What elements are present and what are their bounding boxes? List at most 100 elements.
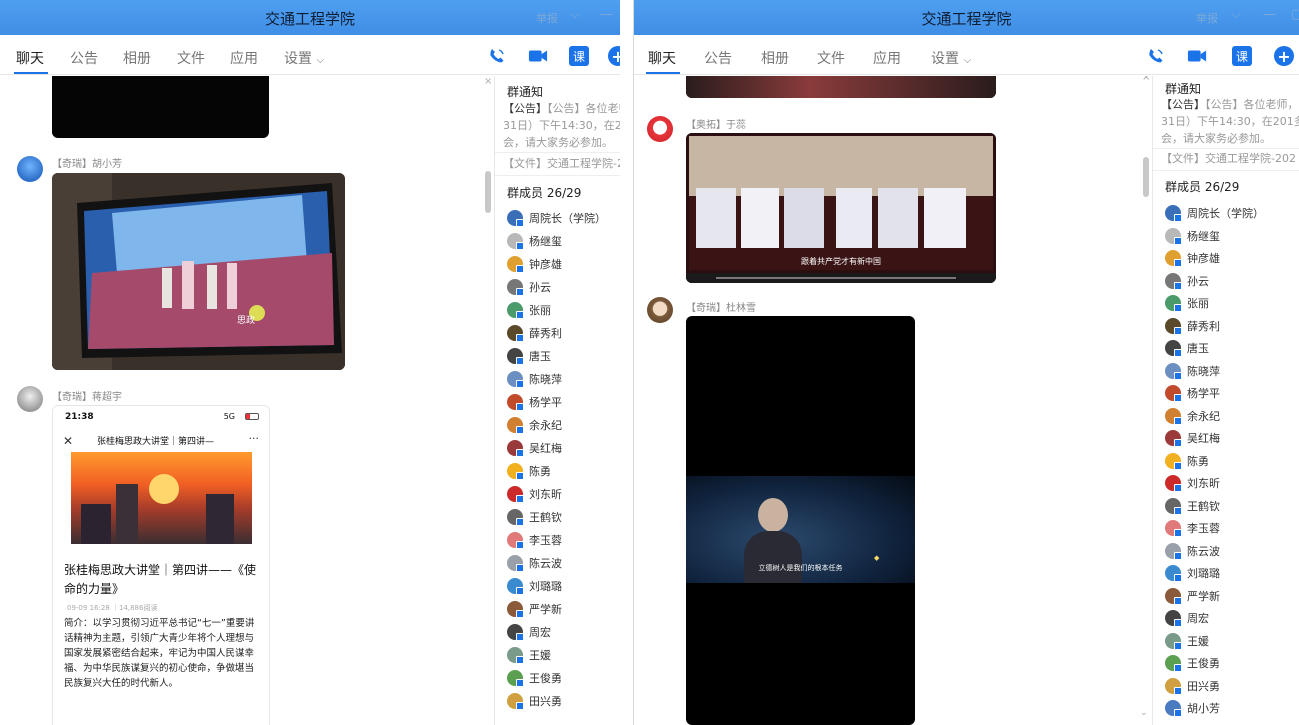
- member-item[interactable]: 杨学平: [1165, 383, 1220, 403]
- phone-icon[interactable]: [487, 46, 507, 66]
- video-icon[interactable]: [528, 46, 548, 66]
- chat-area[interactable]: 【奥拓】于蕊 跟着共产党才有新中国 【奇瑞】杜林雪 ◆ 立德树人是我们的根本任务…: [634, 76, 1152, 725]
- chevron-down-icon[interactable]: ⌵: [570, 7, 580, 22]
- video-message[interactable]: [52, 76, 269, 138]
- member-item[interactable]: 孙云: [507, 277, 551, 297]
- add-icon[interactable]: +: [608, 46, 620, 66]
- member-item[interactable]: 胡小芳: [1165, 698, 1220, 718]
- member-item[interactable]: 吴红梅: [1165, 428, 1220, 448]
- member-item[interactable]: 李玉蓉: [507, 530, 562, 550]
- minimize-icon[interactable]: —: [600, 7, 613, 22]
- file-notice[interactable]: 【文件】交通工程学院-2: [503, 155, 620, 172]
- course-icon[interactable]: 课: [1232, 46, 1252, 66]
- member-item[interactable]: 周院长（学院）: [1165, 203, 1264, 223]
- video-message[interactable]: ◆ 立德树人是我们的根本任务: [686, 316, 915, 725]
- tab-album[interactable]: 相册: [123, 48, 151, 68]
- member-item[interactable]: 杨继玺: [507, 231, 562, 251]
- tab-chat[interactable]: 聊天: [648, 48, 676, 68]
- tab-settings[interactable]: 设置 ⌵: [284, 48, 324, 68]
- shared-article-card[interactable]: 21:38 5G ✕ 张桂梅思政大讲堂｜第四讲— ··· 张桂梅思政大讲堂｜第四…: [52, 405, 270, 725]
- member-item[interactable]: 王媛: [1165, 631, 1209, 651]
- member-item[interactable]: 刘东昕: [1165, 473, 1220, 493]
- member-item[interactable]: 陈勇: [1165, 451, 1209, 471]
- more-icon[interactable]: ···: [249, 432, 260, 445]
- collapse-icon[interactable]: ×: [1142, 76, 1150, 83]
- avatar[interactable]: [647, 116, 673, 142]
- phone-icon[interactable]: [1146, 46, 1166, 66]
- member-item[interactable]: 严学新: [507, 599, 562, 619]
- tab-settings[interactable]: 设置 ⌵: [931, 48, 971, 68]
- member-item[interactable]: 王媛: [507, 645, 551, 665]
- close-icon[interactable]: ✕: [63, 434, 73, 448]
- video-icon[interactable]: [1187, 46, 1207, 66]
- notice-text: 【公告】各位老师，今天: [547, 102, 620, 115]
- member-item[interactable]: 周院长（学院）: [507, 208, 606, 228]
- course-icon[interactable]: 课: [569, 46, 589, 66]
- chat-area[interactable]: 【奇瑞】胡小芳 思政 【奇瑞】蒋超宇 21:38 5G ✕ 张桂梅思政大讲堂｜第…: [0, 76, 494, 725]
- video-message[interactable]: 跟着共产党才有新中国: [686, 133, 996, 283]
- member-item[interactable]: 余永纪: [507, 415, 562, 435]
- member-item[interactable]: 王俊勇: [507, 668, 562, 688]
- notice-text-line[interactable]: 【公告】【公告】各位老师，今天（: [1161, 96, 1299, 113]
- member-item[interactable]: 周宏: [1165, 608, 1209, 628]
- maximize-icon[interactable]: ▢: [1291, 7, 1299, 22]
- image-message[interactable]: 思政: [52, 173, 345, 370]
- notice-text-line[interactable]: 【公告】【公告】各位老师，今天: [503, 100, 620, 117]
- avatar[interactable]: [17, 386, 43, 412]
- tab-files[interactable]: 文件: [817, 48, 845, 68]
- chat-scrollbar[interactable]: [1143, 157, 1149, 197]
- member-item[interactable]: 杨学平: [507, 392, 562, 412]
- video-message[interactable]: [686, 76, 996, 98]
- member-item[interactable]: 陈勇: [507, 461, 551, 481]
- tab-files[interactable]: 文件: [177, 48, 205, 68]
- member-name: 杨继玺: [1187, 229, 1220, 243]
- collapse-icon[interactable]: ×: [484, 76, 492, 87]
- member-avatar-icon: [1165, 295, 1182, 312]
- member-item[interactable]: 余永纪: [1165, 406, 1220, 426]
- member-item[interactable]: 王鹤钦: [507, 507, 562, 527]
- tab-album[interactable]: 相册: [761, 48, 789, 68]
- file-notice[interactable]: 【文件】交通工程学院-202: [1161, 150, 1296, 167]
- member-item[interactable]: 张丽: [1165, 293, 1209, 313]
- member-item[interactable]: 吴红梅: [507, 438, 562, 458]
- member-item[interactable]: 王鹤钦: [1165, 496, 1220, 516]
- member-item[interactable]: 孙云: [1165, 271, 1209, 291]
- member-item[interactable]: 田兴勇: [1165, 676, 1220, 696]
- add-icon[interactable]: +: [1274, 46, 1294, 66]
- member-item[interactable]: 刘东昕: [507, 484, 562, 504]
- member-item[interactable]: 陈晓萍: [1165, 361, 1220, 381]
- member-item[interactable]: 杨继玺: [1165, 226, 1220, 246]
- member-item[interactable]: 刘璐璐: [507, 576, 562, 596]
- chat-scrollbar[interactable]: [485, 171, 491, 213]
- member-item[interactable]: 薛秀利: [1165, 316, 1220, 336]
- member-item[interactable]: 钟彦雄: [1165, 248, 1220, 268]
- member-item[interactable]: 钟彦雄: [507, 254, 562, 274]
- member-item[interactable]: 王俊勇: [1165, 653, 1220, 673]
- tab-announcement[interactable]: 公告: [70, 48, 98, 68]
- member-item[interactable]: 陈云波: [507, 553, 562, 573]
- member-item[interactable]: 唐玉: [1165, 338, 1209, 358]
- member-item[interactable]: 张丽: [507, 300, 551, 320]
- article-title[interactable]: 张桂梅思政大讲堂｜第四讲——《使命的力量》: [64, 561, 260, 599]
- member-item[interactable]: 陈云波: [1165, 541, 1220, 561]
- avatar[interactable]: [647, 297, 673, 323]
- minimize-icon[interactable]: —: [1263, 7, 1276, 22]
- chevron-down-icon[interactable]: ⌵: [1231, 7, 1241, 22]
- group-sidebar: 群通知 【公告】【公告】各位老师，今天（ 31日）下午14:30，在201多 会…: [1152, 76, 1299, 725]
- member-item[interactable]: 唐玉: [507, 346, 551, 366]
- member-item[interactable]: 田兴勇: [507, 691, 562, 711]
- member-item[interactable]: 薛秀利: [507, 323, 562, 343]
- member-item[interactable]: 周宏: [507, 622, 551, 642]
- member-item[interactable]: 严学新: [1165, 586, 1220, 606]
- report-button[interactable]: 举报: [1196, 10, 1218, 26]
- tab-apps[interactable]: 应用: [873, 48, 901, 68]
- avatar[interactable]: [17, 156, 43, 182]
- chevron-down-icon[interactable]: ⌄: [1140, 708, 1148, 718]
- member-item[interactable]: 李玉蓉: [1165, 518, 1220, 538]
- member-item[interactable]: 陈晓萍: [507, 369, 562, 389]
- report-button[interactable]: 举报: [536, 10, 558, 26]
- tab-apps[interactable]: 应用: [230, 48, 258, 68]
- member-item[interactable]: 刘璐璐: [1165, 563, 1220, 583]
- tab-announcement[interactable]: 公告: [704, 48, 732, 68]
- tab-chat[interactable]: 聊天: [16, 48, 44, 68]
